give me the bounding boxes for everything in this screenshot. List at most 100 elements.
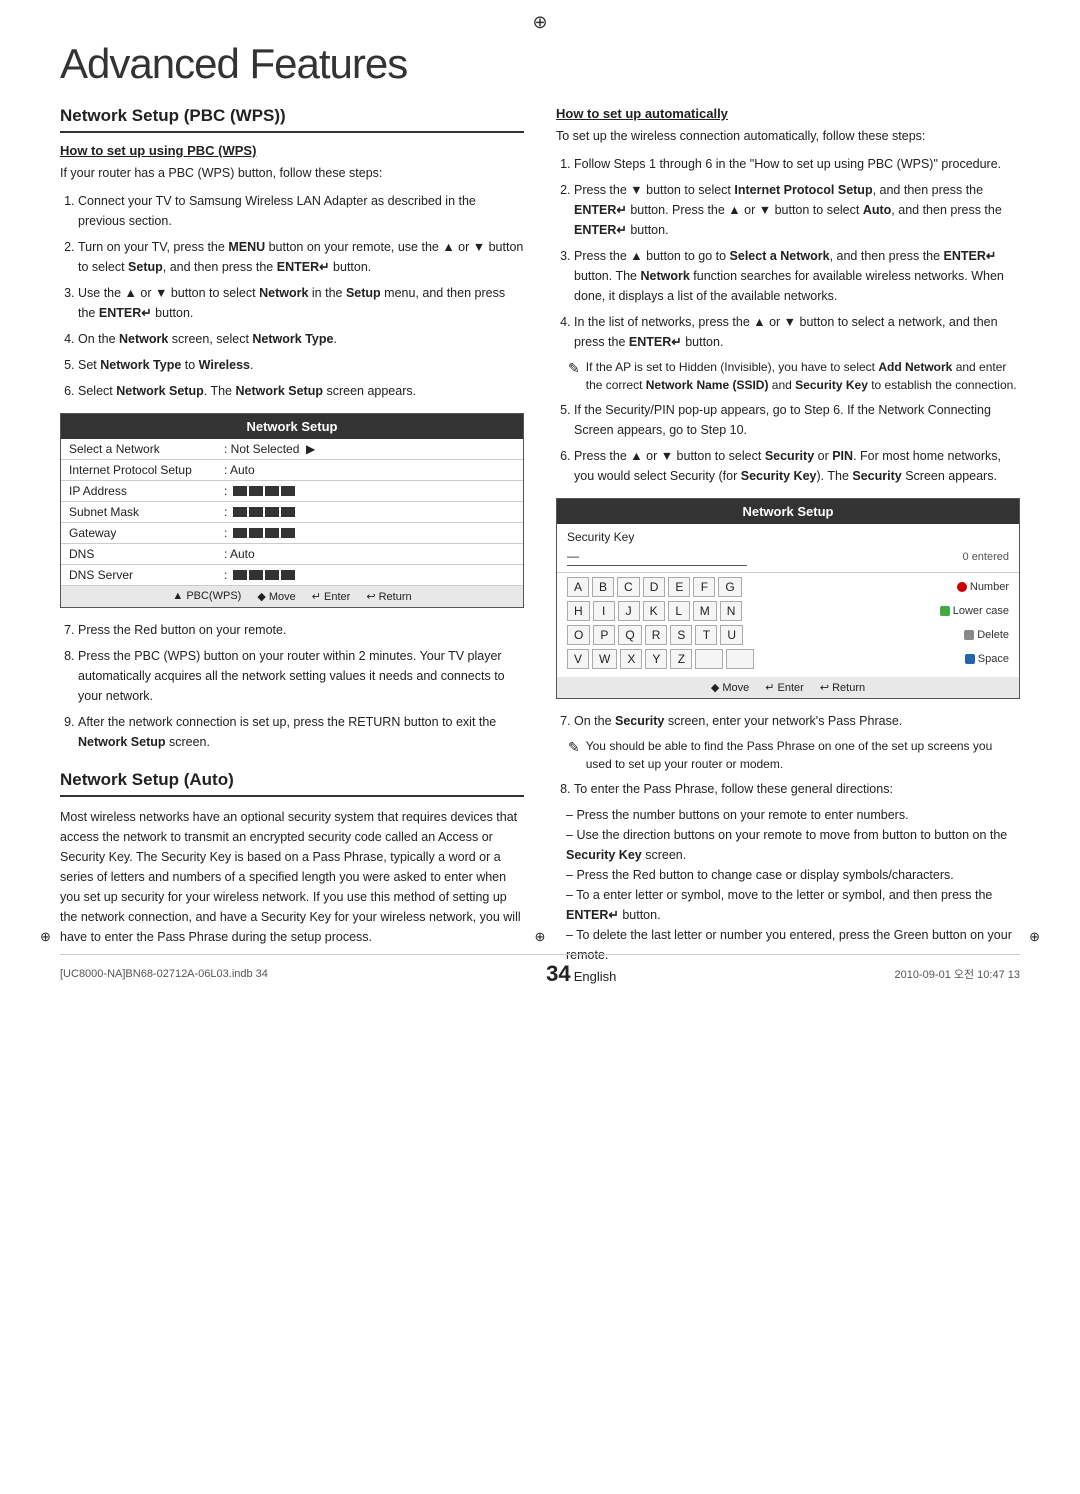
security-header: Network Setup xyxy=(557,499,1019,524)
key-C[interactable]: C xyxy=(617,577,640,597)
row-label-ip-setup: Internet Protocol Setup xyxy=(69,463,224,477)
key-L[interactable]: L xyxy=(668,601,690,621)
footer-move: ◆ Move xyxy=(257,590,295,603)
key-R[interactable]: R xyxy=(645,625,668,645)
right-step-4: In the list of networks, press the ▲ or … xyxy=(574,312,1020,352)
key-H[interactable]: H xyxy=(567,601,590,621)
two-column-layout: Network Setup (PBC (WPS)) How to set up … xyxy=(60,106,1020,965)
row-label-dns-server: DNS Server xyxy=(69,568,224,582)
right-step-3: Press the ▲ button to go to Select a Net… xyxy=(574,246,1020,306)
directions-list: Press the number buttons on your remote … xyxy=(556,805,1020,965)
label-delete: Delete xyxy=(964,629,1009,641)
key-row-4-keys: V W X Y Z xyxy=(567,649,754,669)
key-row-2: H I J K L M N Lower case xyxy=(567,601,1009,621)
row-value-gateway: : xyxy=(224,526,515,540)
key-X[interactable]: X xyxy=(620,649,642,669)
security-key-field: — 0 entered xyxy=(557,546,1019,573)
row-label-ip: IP Address xyxy=(69,484,224,498)
row-value-ip-setup: : Auto xyxy=(224,463,515,477)
network-row-dns-server: DNS Server : xyxy=(61,565,523,586)
key-Z[interactable]: Z xyxy=(670,649,692,669)
key-P[interactable]: P xyxy=(593,625,615,645)
network-setup-box: Network Setup Select a Network : Not Sel… xyxy=(60,413,524,608)
left-compass-icon: ⊕ xyxy=(40,929,51,945)
security-key-dash: — xyxy=(567,549,579,563)
section2-body: Most wireless networks have an optional … xyxy=(60,807,524,947)
dir-4: To a enter letter or symbol, move to the… xyxy=(566,885,1020,925)
right-steps-list: Follow Steps 1 through 6 in the "How to … xyxy=(556,154,1020,352)
right-column: How to set up automatically To set up th… xyxy=(556,106,1020,965)
note-text-2: You should be able to find the Pass Phra… xyxy=(586,737,1020,773)
key-F[interactable]: F xyxy=(693,577,715,597)
dir-2: Use the direction buttons on your remote… xyxy=(566,825,1020,865)
step-5: Set Network Type to Wireless. xyxy=(78,355,524,375)
key-row-1-keys: A B C D E F G xyxy=(567,577,742,597)
right-step-8: To enter the Pass Phrase, follow these g… xyxy=(574,779,1020,799)
right-step-7: On the Security screen, enter your netwo… xyxy=(574,711,1020,731)
key-N[interactable]: N xyxy=(720,601,743,621)
row-label-gateway: Gateway xyxy=(69,526,224,540)
step-6: Select Network Setup. The Network Setup … xyxy=(78,381,524,401)
right-steps-list-3: On the Security screen, enter your netwo… xyxy=(556,711,1020,731)
network-row-ip-setup: Internet Protocol Setup : Auto xyxy=(61,460,523,481)
row-value-dns: : Auto xyxy=(224,547,515,561)
step-7: Press the Red button on your remote. xyxy=(78,620,524,640)
label-space: Space xyxy=(965,653,1009,665)
footer-enter: ↵ Enter xyxy=(312,590,351,603)
key-W[interactable]: W xyxy=(592,649,617,669)
network-row-ip: IP Address : xyxy=(61,481,523,502)
label-lowercase: Lower case xyxy=(940,605,1009,617)
note-box-2: ✎ You should be able to find the Pass Ph… xyxy=(568,737,1020,773)
key-blank1[interactable] xyxy=(695,649,723,669)
row-label-dns: DNS xyxy=(69,547,224,561)
step-3: Use the ▲ or ▼ button to select Network … xyxy=(78,283,524,323)
dir-1: Press the number buttons on your remote … xyxy=(566,805,1020,825)
footer-file-info: [UC8000-NA]BN68-02712A-06L03.indb 34 xyxy=(60,968,268,980)
key-G[interactable]: G xyxy=(718,577,741,597)
bottom-compass-icon: ⊕ xyxy=(535,929,546,945)
right-steps-list-4: To enter the Pass Phrase, follow these g… xyxy=(556,779,1020,799)
key-U[interactable]: U xyxy=(720,625,743,645)
key-Y[interactable]: Y xyxy=(645,649,667,669)
note-icon-1: ✎ xyxy=(568,358,580,394)
sec-footer-enter: ↵ Enter xyxy=(765,681,804,694)
security-key-label-row: Security Key xyxy=(557,524,1019,546)
key-V[interactable]: V xyxy=(567,649,589,669)
key-Q[interactable]: Q xyxy=(618,625,641,645)
sec-footer-move: ◆ Move xyxy=(711,681,749,694)
key-D[interactable]: D xyxy=(643,577,666,597)
right-steps-list-2: If the Security/PIN pop-up appears, go t… xyxy=(556,400,1020,486)
key-O[interactable]: O xyxy=(567,625,590,645)
row-value-select: : Not Selected ▶ xyxy=(224,442,515,456)
key-J[interactable]: J xyxy=(618,601,640,621)
row-value-subnet: : xyxy=(224,505,515,519)
left-column: Network Setup (PBC (WPS)) How to set up … xyxy=(60,106,524,965)
footer-return: ↩ Return xyxy=(366,590,411,603)
row-value-ip: : xyxy=(224,484,515,498)
network-row-select: Select a Network : Not Selected ▶ xyxy=(61,439,523,460)
subsection1-title: How to set up using PBC (WPS) xyxy=(60,143,524,158)
dir-3: Press the Red button to change case or d… xyxy=(566,865,1020,885)
step-9: After the network connection is set up, … xyxy=(78,712,524,752)
security-setup-box: Network Setup Security Key — 0 entered A… xyxy=(556,498,1020,699)
section1-title: Network Setup (PBC (WPS)) xyxy=(60,106,524,133)
key-E[interactable]: E xyxy=(668,577,690,597)
key-A[interactable]: A xyxy=(567,577,589,597)
key-M[interactable]: M xyxy=(693,601,717,621)
key-K[interactable]: K xyxy=(643,601,665,621)
key-T[interactable]: T xyxy=(695,625,717,645)
section2-title: Network Setup (Auto) xyxy=(60,770,524,797)
steps-list: Connect your TV to Samsung Wireless LAN … xyxy=(60,191,524,401)
key-blank2[interactable] xyxy=(726,649,754,669)
page-number: 34 xyxy=(546,961,570,986)
right-step-5: If the Security/PIN pop-up appears, go t… xyxy=(574,400,1020,440)
key-I[interactable]: I xyxy=(593,601,615,621)
key-row-2-keys: H I J K L M N xyxy=(567,601,742,621)
key-row-3: O P Q R S T U Delete xyxy=(567,625,1009,645)
security-footer: ◆ Move ↵ Enter ↩ Return xyxy=(557,677,1019,698)
key-B[interactable]: B xyxy=(592,577,614,597)
security-key-input[interactable]: — xyxy=(567,548,747,566)
page-title: Advanced Features xyxy=(60,40,1020,88)
key-S[interactable]: S xyxy=(670,625,692,645)
note-text-1: If the AP is set to Hidden (Invisible), … xyxy=(586,358,1020,394)
